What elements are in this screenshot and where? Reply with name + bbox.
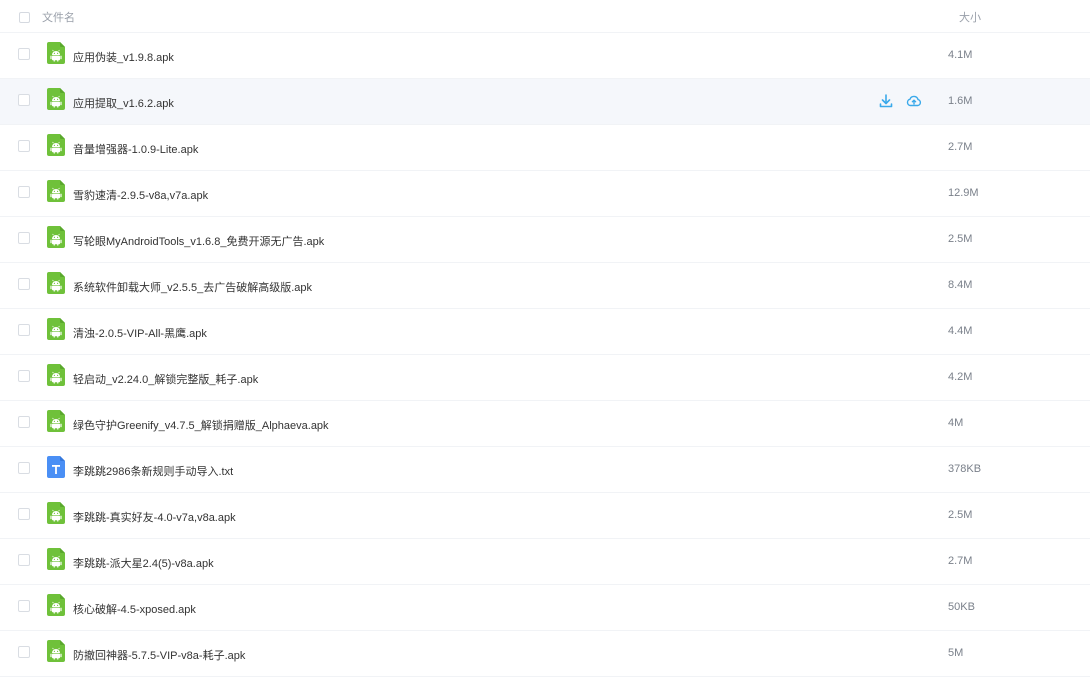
row-checkbox[interactable]: [18, 370, 30, 382]
file-name[interactable]: 绿色守护Greenify_v4.7.5_解锁捐赠版_Alphaeva.apk: [73, 417, 329, 433]
file-name[interactable]: 李跳跳-派大星2.4(5)-v8a.apk: [73, 555, 214, 571]
android-file-icon: [47, 318, 65, 340]
file-size: 8.4M: [948, 279, 973, 291]
row-checkbox[interactable]: [18, 554, 30, 566]
android-file-icon: [47, 226, 65, 248]
file-row[interactable]: 音量增强器-1.0.9-Lite.apk 2.7M: [0, 125, 1090, 171]
cloud-save-icon[interactable]: [906, 93, 922, 109]
row-checkbox[interactable]: [18, 600, 30, 612]
file-size: 50KB: [948, 601, 975, 613]
row-checkbox[interactable]: [18, 186, 30, 198]
android-file-icon: [47, 88, 65, 110]
android-file-icon: [47, 364, 65, 386]
file-size: 4M: [948, 417, 964, 429]
file-size: 1.6M: [948, 95, 973, 107]
file-name[interactable]: 李跳跳-真实好友-4.0-v7a,v8a.apk: [73, 509, 236, 525]
android-file-icon: [47, 594, 65, 616]
file-row[interactable]: 李跳跳-派大星2.4(5)-v8a.apk 2.7M: [0, 539, 1090, 585]
file-row[interactable]: 轻启动_v2.24.0_解锁完整版_耗子.apk 4.2M: [0, 355, 1090, 401]
file-name[interactable]: 核心破解-4.5-xposed.apk: [73, 601, 196, 617]
row-checkbox[interactable]: [18, 140, 30, 152]
file-size: 2.7M: [948, 555, 973, 567]
text-file-icon: [47, 456, 65, 478]
file-name[interactable]: 李跳跳2986条新规则手动导入.txt: [73, 463, 233, 479]
row-checkbox[interactable]: [18, 94, 30, 106]
file-row[interactable]: 核心破解-4.5-xposed.apk 50KB: [0, 585, 1090, 631]
file-name[interactable]: 系统软件卸载大师_v2.5.5_去广告破解高级版.apk: [73, 279, 312, 295]
file-name[interactable]: 音量增强器-1.0.9-Lite.apk: [73, 141, 198, 157]
file-row[interactable]: 应用提取_v1.6.2.apk 1.6M: [0, 79, 1090, 125]
file-name[interactable]: 应用提取_v1.6.2.apk: [73, 95, 174, 111]
file-size: 4.1M: [948, 49, 973, 61]
file-row[interactable]: 清浊-2.0.5-VIP-All-黑鹰.apk 4.4M: [0, 309, 1090, 355]
file-row[interactable]: 雪豹速清-2.9.5-v8a,v7a.apk 12.9M: [0, 171, 1090, 217]
android-file-icon: [47, 42, 65, 64]
file-list: 应用伪装_v1.9.8.apk 4.1M 应用提取_v1.6.2.apk 1.6M 音量…: [0, 33, 1090, 677]
file-name[interactable]: 写轮眼MyAndroidTools_v1.6.8_免费开源无广告.apk: [73, 233, 324, 249]
row-checkbox[interactable]: [18, 278, 30, 290]
file-row[interactable]: 李跳跳2986条新规则手动导入.txt 378KB: [0, 447, 1090, 493]
android-file-icon: [47, 134, 65, 156]
android-file-icon: [47, 272, 65, 294]
column-header-name[interactable]: 文件名: [42, 9, 75, 25]
file-size: 4.2M: [948, 371, 973, 383]
android-file-icon: [47, 502, 65, 524]
file-row[interactable]: 李跳跳-真实好友-4.0-v7a,v8a.apk 2.5M: [0, 493, 1090, 539]
file-size: 5M: [948, 647, 964, 659]
row-checkbox[interactable]: [18, 508, 30, 520]
row-checkbox[interactable]: [18, 646, 30, 658]
file-name[interactable]: 轻启动_v2.24.0_解锁完整版_耗子.apk: [73, 371, 258, 387]
file-row[interactable]: 绿色守护Greenify_v4.7.5_解锁捐赠版_Alphaeva.apk 4M: [0, 401, 1090, 447]
file-name[interactable]: 应用伪装_v1.9.8.apk: [73, 49, 174, 65]
file-row[interactable]: 应用伪装_v1.9.8.apk 4.1M: [0, 33, 1090, 79]
android-file-icon: [47, 180, 65, 202]
select-all-checkbox[interactable]: [19, 12, 30, 23]
download-icon[interactable]: [878, 93, 894, 109]
file-size: 2.5M: [948, 233, 973, 245]
file-size: 4.4M: [948, 325, 973, 337]
file-size: 2.7M: [948, 141, 973, 153]
row-checkbox[interactable]: [18, 324, 30, 336]
row-checkbox[interactable]: [18, 232, 30, 244]
file-row[interactable]: 系统软件卸载大师_v2.5.5_去广告破解高级版.apk 8.4M: [0, 263, 1090, 309]
file-row[interactable]: 写轮眼MyAndroidTools_v1.6.8_免费开源无广告.apk 2.5M: [0, 217, 1090, 263]
android-file-icon: [47, 410, 65, 432]
file-row[interactable]: 防撤回神器-5.7.5-VIP-v8a-耗子.apk 5M: [0, 631, 1090, 677]
row-checkbox[interactable]: [18, 462, 30, 474]
file-size: 12.9M: [948, 187, 979, 199]
file-size: 2.5M: [948, 509, 973, 521]
file-name[interactable]: 雪豹速清-2.9.5-v8a,v7a.apk: [73, 187, 208, 203]
file-size: 378KB: [948, 463, 982, 475]
file-name[interactable]: 防撤回神器-5.7.5-VIP-v8a-耗子.apk: [73, 647, 245, 663]
row-checkbox[interactable]: [18, 48, 30, 60]
column-header-size[interactable]: 大小: [959, 9, 981, 25]
row-checkbox[interactable]: [18, 416, 30, 428]
android-file-icon: [47, 548, 65, 570]
file-name[interactable]: 清浊-2.0.5-VIP-All-黑鹰.apk: [73, 325, 207, 341]
android-file-icon: [47, 640, 65, 662]
file-list-header: 文件名 大小: [0, 0, 1090, 33]
